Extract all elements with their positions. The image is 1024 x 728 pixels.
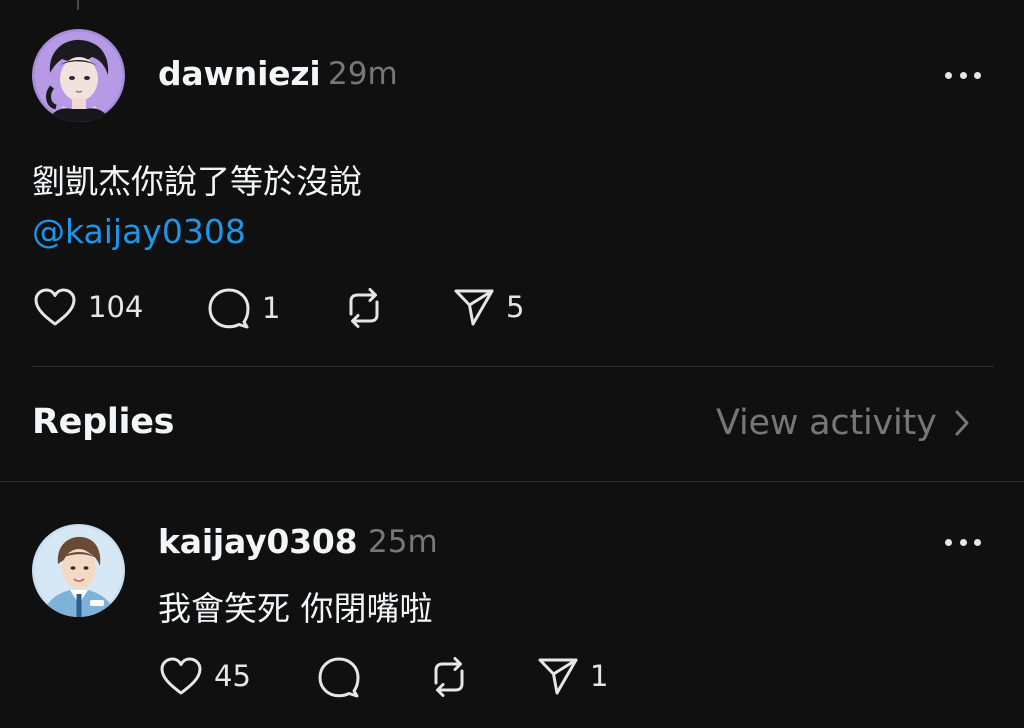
post-comment-count: 1 xyxy=(262,291,281,325)
reply-author-avatar[interactable] xyxy=(32,524,125,617)
comment-icon xyxy=(208,288,250,329)
repost-icon xyxy=(349,288,379,328)
repost-icon xyxy=(434,657,464,697)
avatar-image xyxy=(32,524,125,617)
post-like-count: 104 xyxy=(88,290,144,324)
post-timestamp: 29m xyxy=(328,56,398,92)
post-text: 劉凱杰你說了等於沒說 xyxy=(32,162,362,201)
view-activity-link[interactable]: View activity xyxy=(716,403,971,443)
post-share-button[interactable]: 5 xyxy=(452,286,524,328)
post-author-username[interactable]: dawniezi xyxy=(158,54,321,93)
post-divider xyxy=(32,366,994,367)
post-comment-button[interactable]: 1 xyxy=(206,286,280,330)
replies-divider xyxy=(0,481,1024,482)
replies-heading: Replies xyxy=(32,402,175,442)
post-share-count: 5 xyxy=(506,290,525,324)
view-activity-label: View activity xyxy=(716,403,937,443)
heart-icon xyxy=(34,288,76,326)
thread-page: dawniezi 29m 劉凱杰你說了等於沒說 @kaijay0308 104 … xyxy=(0,0,1024,728)
post-author-avatar[interactable] xyxy=(32,29,125,122)
reply-timestamp: 25m xyxy=(368,524,438,560)
post-more-options-icon[interactable] xyxy=(945,67,981,83)
post-like-button[interactable]: 104 xyxy=(32,286,143,328)
reply-comment-button[interactable] xyxy=(316,655,362,699)
post-mention-link[interactable]: @kaijay0308 xyxy=(32,212,246,251)
thread-connector-line xyxy=(77,0,79,10)
chevron-right-icon xyxy=(955,410,969,436)
reply-text: 我會笑死 你閉嘴啦 xyxy=(158,589,433,628)
avatar-image xyxy=(32,29,125,122)
reply-like-button[interactable]: 45 xyxy=(158,655,251,697)
send-icon xyxy=(454,289,494,326)
heart-icon xyxy=(160,657,202,695)
reply-more-options-icon[interactable] xyxy=(945,534,981,550)
reply-share-count: 1 xyxy=(590,659,609,693)
reply-share-button[interactable]: 1 xyxy=(536,655,608,697)
reply-author-username[interactable]: kaijay0308 xyxy=(158,522,358,561)
comment-icon xyxy=(318,657,360,698)
send-icon xyxy=(538,658,578,695)
reply-repost-button[interactable] xyxy=(426,655,472,699)
reply-like-count: 45 xyxy=(214,659,251,693)
post-repost-button[interactable] xyxy=(341,286,387,330)
